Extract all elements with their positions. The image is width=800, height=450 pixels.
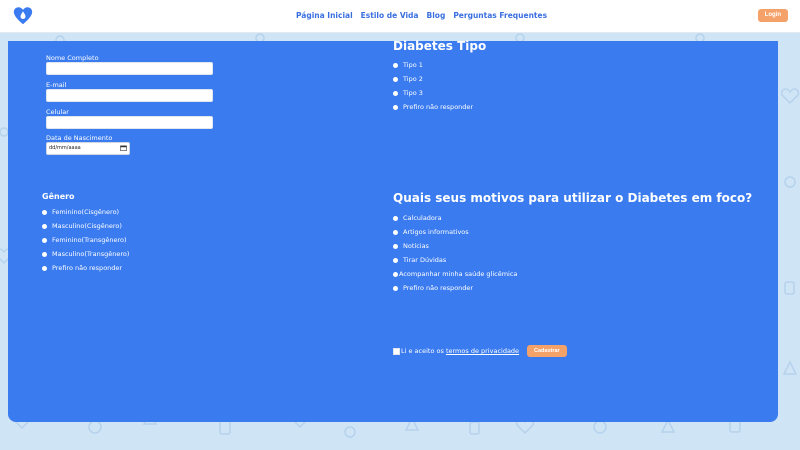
heart-drop-icon[interactable] <box>12 5 34 27</box>
terms-link[interactable]: termos de privacidade <box>446 347 519 355</box>
radio-icon[interactable] <box>42 265 47 271</box>
diabetes-option-label: Prefiro não responder <box>403 103 474 111</box>
nome-label: Nome Completo <box>46 54 99 62</box>
diabetes-option-label: Tipo 2 <box>403 75 423 83</box>
calendar-icon[interactable] <box>120 145 127 151</box>
genero-option[interactable]: Masculino(Transgênero) <box>42 250 129 258</box>
registration-form: Nome Completo E-mail Celular Data de Nas… <box>8 39 778 422</box>
genero-title: Gênero <box>42 192 75 201</box>
diabetes-option-label: Tipo 3 <box>403 89 423 97</box>
genero-option-label: Feminino(Cisgênero) <box>52 208 120 216</box>
motivo-option[interactable]: Artigos informativos <box>393 228 469 236</box>
motivo-option[interactable]: Calculadora <box>393 214 442 222</box>
genero-option-label: Masculino(Cisgênero) <box>52 222 122 230</box>
genero-option[interactable]: Feminino(Cisgênero) <box>42 208 119 216</box>
cadastrar-button[interactable]: Cadastrar <box>527 345 567 357</box>
diabetes-option[interactable]: Tipo 1 <box>393 61 423 69</box>
celular-label: Celular <box>46 108 69 116</box>
radio-icon[interactable] <box>393 257 398 263</box>
radio-icon[interactable] <box>42 223 47 229</box>
radio-icon[interactable] <box>393 104 398 110</box>
email-input[interactable] <box>46 89 213 102</box>
diabetes-option[interactable]: Tipo 2 <box>393 75 423 83</box>
motivo-option-label: Prefiro não responder <box>403 284 474 292</box>
genero-option-label: Masculino(Transgênero) <box>52 250 130 258</box>
radio-icon[interactable] <box>393 243 398 249</box>
nav-link-perguntas-frequentes[interactable]: Perguntas Frequentes <box>453 11 547 20</box>
radio-icon[interactable] <box>393 285 398 291</box>
motivo-option-label: Tirar Dúvidas <box>403 256 447 264</box>
motivos-title: Quais seus motivos para utilizar o Diabe… <box>393 191 753 205</box>
motivo-option[interactable]: Notícias <box>393 242 429 250</box>
radio-icon[interactable] <box>393 215 398 221</box>
data-nascimento-label: Data de Nascimento <box>46 134 113 142</box>
celular-input[interactable] <box>46 116 213 129</box>
diabetes-option[interactable]: Tipo 3 <box>393 89 423 97</box>
nav-link-estilo-de-vida[interactable]: Estilo de Vida <box>361 11 419 20</box>
nav-link-pagina-inicial[interactable]: Página Inicial <box>296 11 353 20</box>
genero-option-label: Prefiro não responder <box>52 264 123 272</box>
genero-option[interactable]: Prefiro não responder <box>42 264 122 272</box>
terms-text: Li e aceito os termos de privacidade <box>401 347 519 355</box>
motivo-option-label: Artigos informativos <box>403 228 469 236</box>
motivo-option[interactable]: Acompanhar minha saúde glicêmica <box>393 270 517 278</box>
nome-input[interactable] <box>46 62 213 75</box>
data-nascimento-input[interactable]: dd/mm/aaaa <box>46 142 130 155</box>
terms-checkbox[interactable] <box>393 348 400 355</box>
terms-prefix: Li e aceito os <box>401 347 446 355</box>
email-label: E-mail <box>46 81 67 89</box>
date-placeholder: dd/mm/aaaa <box>49 145 81 151</box>
nav-links: Página Inicial Estilo de Vida Blog Pergu… <box>296 11 547 20</box>
radio-icon[interactable] <box>393 76 398 82</box>
radio-icon[interactable] <box>393 90 398 96</box>
diabetes-tipo-title: Diabetes Tipo <box>393 39 487 53</box>
nav-link-blog[interactable]: Blog <box>427 11 446 20</box>
motivo-option-label: Acompanhar minha saúde glicêmica <box>399 270 518 278</box>
radio-icon[interactable] <box>42 251 47 257</box>
motivo-option[interactable]: Tirar Dúvidas <box>393 256 446 264</box>
diabetes-option[interactable]: Prefiro não responder <box>393 103 473 111</box>
genero-option[interactable]: Feminino(Transgênero) <box>42 236 127 244</box>
genero-option-label: Feminino(Transgênero) <box>52 236 127 244</box>
motivo-option-label: Calculadora <box>403 214 442 222</box>
genero-option[interactable]: Masculino(Cisgênero) <box>42 222 122 230</box>
diabetes-option-label: Tipo 1 <box>403 61 423 69</box>
radio-icon[interactable] <box>42 237 47 243</box>
radio-icon[interactable] <box>42 209 47 215</box>
motivo-option-label: Notícias <box>403 242 429 250</box>
navbar: Página Inicial Estilo de Vida Blog Pergu… <box>0 0 800 33</box>
radio-icon[interactable] <box>393 271 398 277</box>
motivo-option[interactable]: Prefiro não responder <box>393 284 473 292</box>
login-button[interactable]: Login <box>757 9 788 22</box>
radio-icon[interactable] <box>393 62 398 68</box>
radio-icon[interactable] <box>393 229 398 235</box>
